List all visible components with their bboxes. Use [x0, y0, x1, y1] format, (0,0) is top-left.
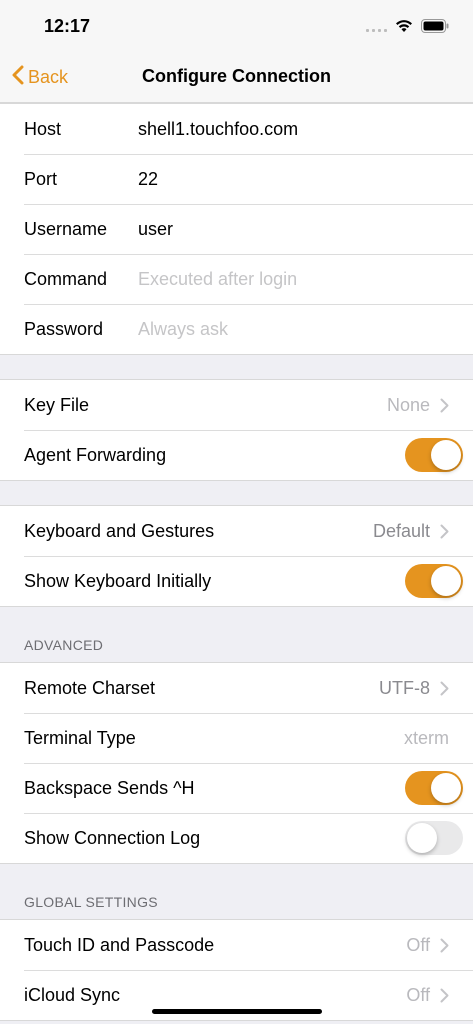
- username-label: Username: [24, 218, 108, 239]
- port-row[interactable]: Port 22: [0, 154, 473, 204]
- touch-id-label: Touch ID and Passcode: [24, 934, 215, 955]
- cellular-signal-icon: [366, 20, 387, 32]
- settings-content: Host shell1.touchfoo.com Port 22 Usernam…: [0, 103, 473, 1021]
- global-group: Touch ID and Passcode Off iCloud Sync Of…: [0, 919, 473, 1021]
- status-icons: [366, 16, 449, 36]
- remote-charset-label: Remote Charset: [24, 677, 156, 698]
- toggle-knob: [431, 773, 461, 803]
- command-label: Command: [24, 268, 108, 289]
- battery-icon: [421, 19, 449, 33]
- wifi-icon: [395, 19, 413, 33]
- connection-log-row: Show Connection Log: [0, 813, 473, 863]
- terminal-type-row[interactable]: Terminal Type xterm: [0, 713, 473, 763]
- command-row[interactable]: Command Executed after login: [0, 254, 473, 304]
- page-title: Configure Connection: [142, 66, 331, 86]
- backspace-row: Backspace Sends ^H: [0, 763, 473, 813]
- backspace-label: Backspace Sends ^H: [24, 777, 195, 798]
- chevron-right-icon: [440, 524, 449, 539]
- icloud-sync-label: iCloud Sync: [24, 984, 121, 1005]
- global-settings-section-header: GLOBAL SETTINGS: [24, 894, 158, 910]
- remote-charset-value: UTF-8: [379, 677, 430, 698]
- port-field[interactable]: 22: [138, 169, 158, 190]
- terminal-type-label: Terminal Type: [24, 727, 136, 748]
- keyboard-group: Keyboard and Gestures Default Show Keybo…: [0, 505, 473, 607]
- advanced-group: Remote Charset UTF-8 Terminal Type xterm…: [0, 662, 473, 864]
- connection-group: Host shell1.touchfoo.com Port 22 Usernam…: [0, 103, 473, 355]
- navigation-bar: Back Configure Connection: [0, 52, 473, 103]
- keyboard-gestures-value: Default: [372, 520, 430, 541]
- advanced-section-header: ADVANCED: [24, 637, 104, 653]
- chevron-right-icon: [440, 398, 449, 413]
- username-field[interactable]: user: [138, 219, 173, 240]
- connection-log-label: Show Connection Log: [24, 827, 201, 848]
- remote-charset-row[interactable]: Remote Charset UTF-8: [0, 663, 473, 713]
- touch-id-value: Off: [406, 934, 430, 955]
- agent-forwarding-row: Agent Forwarding: [0, 430, 473, 480]
- password-label: Password: [24, 318, 104, 339]
- username-row[interactable]: Username user: [0, 204, 473, 254]
- key-file-value: None: [386, 394, 430, 415]
- touch-id-row[interactable]: Touch ID and Passcode Off: [0, 920, 473, 970]
- port-label: Port: [24, 168, 58, 189]
- keyboard-gestures-row[interactable]: Keyboard and Gestures Default: [0, 506, 473, 556]
- host-label: Host: [24, 118, 62, 139]
- status-time: 12:17: [44, 16, 91, 36]
- connection-log-toggle[interactable]: [405, 821, 463, 855]
- terminal-type-field[interactable]: xterm: [404, 728, 449, 749]
- key-file-row[interactable]: Key File None: [0, 380, 473, 430]
- auth-group: Key File None Agent Forwarding: [0, 379, 473, 481]
- status-bar: 12:17: [0, 0, 473, 52]
- agent-forwarding-label: Agent Forwarding: [24, 444, 167, 465]
- password-row[interactable]: Password Always ask: [0, 304, 473, 354]
- toggle-knob: [431, 440, 461, 470]
- host-field[interactable]: shell1.touchfoo.com: [138, 119, 298, 140]
- show-keyboard-label: Show Keyboard Initially: [24, 570, 212, 591]
- agent-forwarding-toggle[interactable]: [405, 438, 463, 472]
- password-field[interactable]: Always ask: [138, 319, 228, 340]
- command-field[interactable]: Executed after login: [138, 269, 297, 290]
- home-indicator[interactable]: [152, 1009, 322, 1014]
- chevron-right-icon: [440, 988, 449, 1003]
- toggle-knob: [431, 566, 461, 596]
- show-keyboard-row: Show Keyboard Initially: [0, 556, 473, 606]
- backspace-toggle[interactable]: [405, 771, 463, 805]
- keyboard-gestures-label: Keyboard and Gestures: [24, 520, 215, 541]
- chevron-right-icon: [440, 681, 449, 696]
- toggle-knob: [407, 823, 437, 853]
- key-file-label: Key File: [24, 394, 90, 415]
- chevron-right-icon: [440, 938, 449, 953]
- show-keyboard-toggle[interactable]: [405, 564, 463, 598]
- icloud-sync-value: Off: [406, 984, 430, 1005]
- host-row[interactable]: Host shell1.touchfoo.com: [0, 104, 473, 154]
